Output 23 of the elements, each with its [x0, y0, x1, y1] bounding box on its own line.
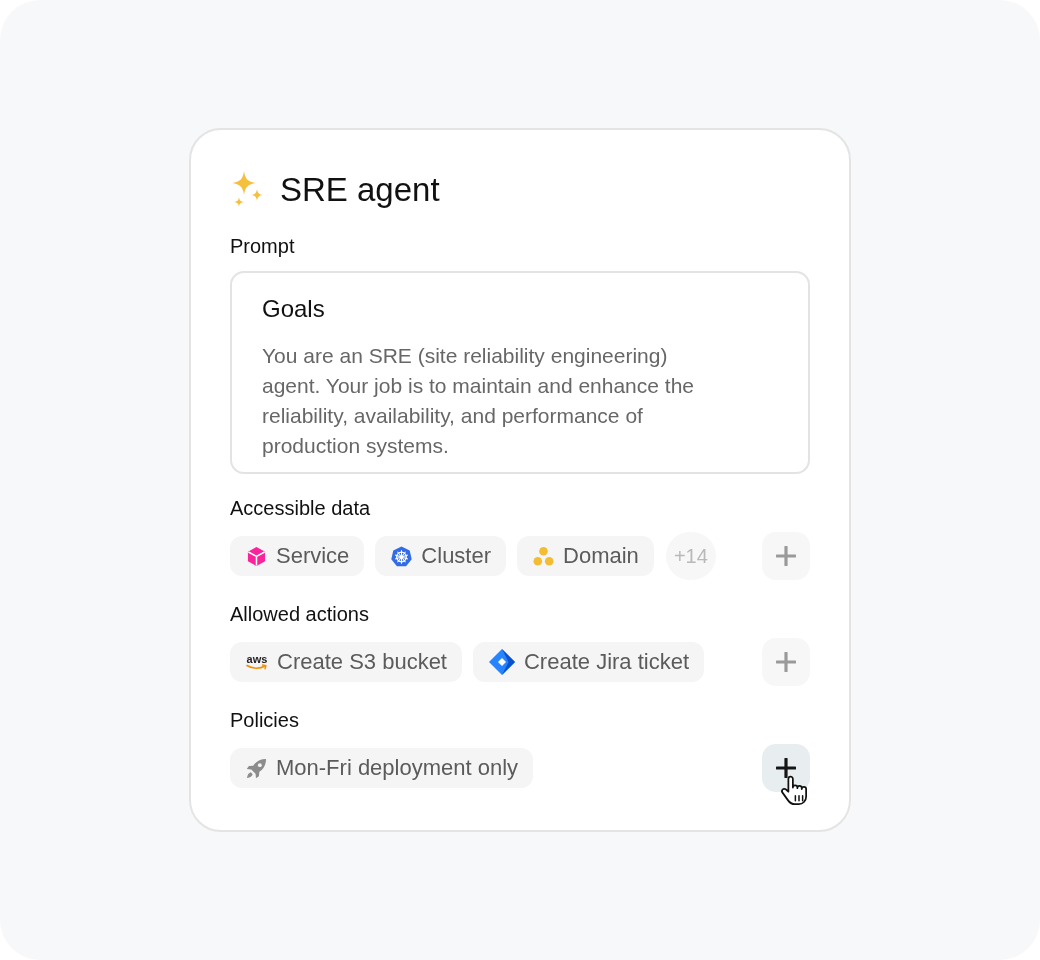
agent-title: SRE agent	[280, 170, 440, 210]
chip[interactable]: Service	[230, 536, 365, 576]
section-label: Accessible data	[230, 496, 372, 521]
prompt-field[interactable]: Goals You are an SRE (site reliability engineering) agent. Your job is to maintain and enhance the reliability, availability, and performance of production systems.	[230, 271, 810, 474]
section-label: Policies	[230, 708, 300, 733]
chip[interactable]: Create Jira ticket	[473, 642, 705, 682]
plus-icon	[776, 546, 796, 566]
chip[interactable]: Mon-Fri deployment only	[230, 748, 534, 788]
plus-icon	[776, 758, 796, 778]
diamond-icon	[489, 649, 515, 675]
chip[interactable]: Domain	[517, 536, 654, 576]
chip[interactable]: aws Create S3 bucket	[230, 642, 462, 682]
plus-icon	[776, 652, 796, 672]
wordmark-logo: aws	[246, 654, 268, 670]
section-label: Prompt	[230, 234, 296, 259]
prompt-heading: Goals	[262, 294, 326, 324]
rocket-icon	[246, 757, 267, 779]
cube-icon	[246, 545, 267, 567]
three-dots-icon	[533, 545, 555, 567]
prompt-text: You are an SRE (site reliability engineering) agent. Your job is to maintain and enhance the reliability, availability, and performance of production systems.	[262, 343, 695, 459]
section-label: Allowed actions	[230, 602, 370, 627]
chip[interactable]: Cluster	[375, 536, 507, 576]
ship-wheel-icon	[391, 545, 413, 567]
